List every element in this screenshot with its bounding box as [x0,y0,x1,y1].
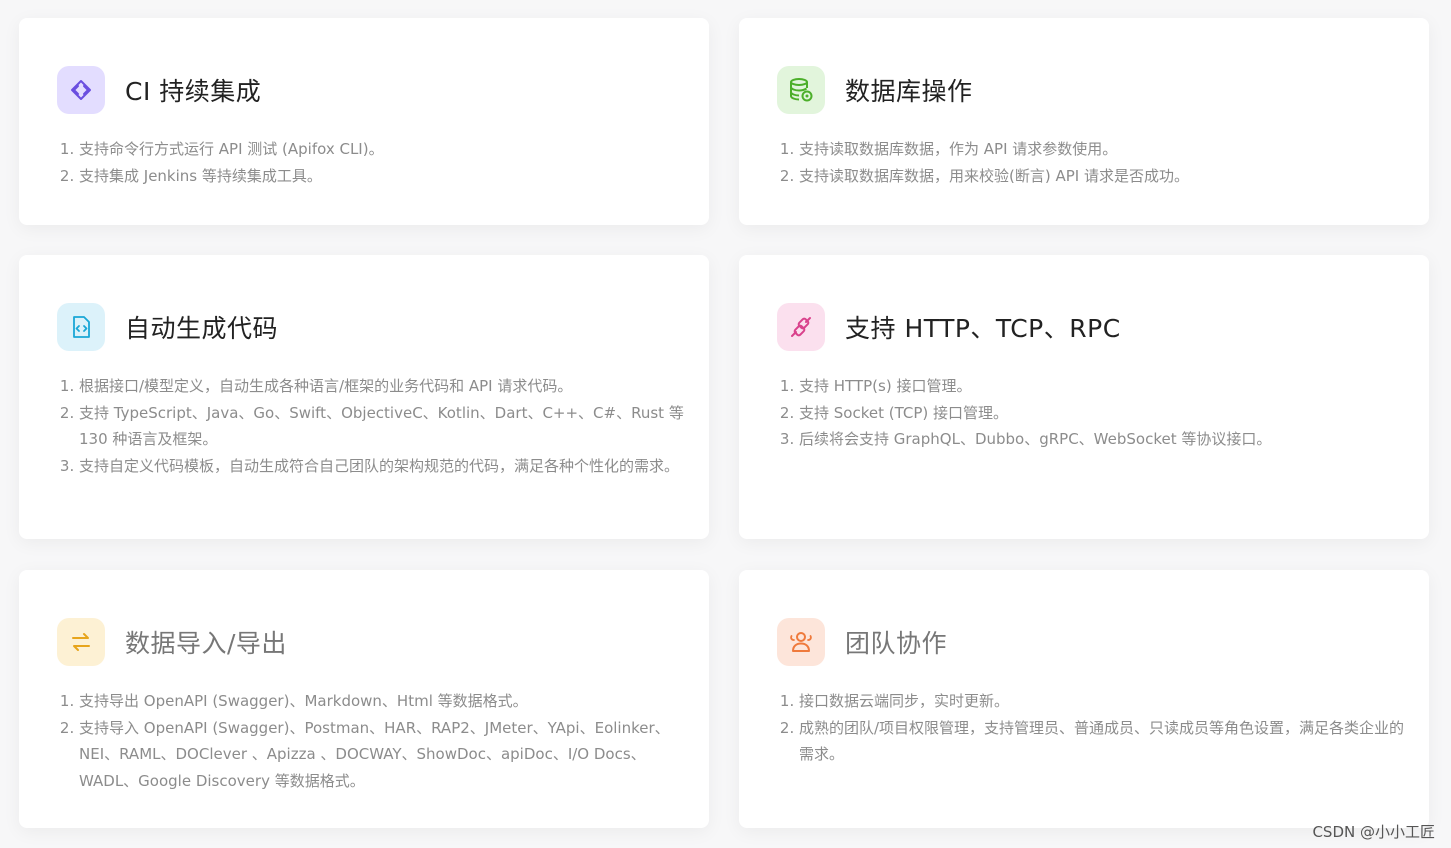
feature-card-team: 团队协作 接口数据云端同步，实时更新。 成熟的团队/项目权限管理，支持管理员、普… [739,570,1429,828]
database-icon [790,78,813,102]
card-title: 支持 HTTP、TCP、RPC [845,314,1121,343]
card-header: 团队协作 [777,618,947,666]
plug-link-icon [791,317,811,337]
feature-list: 根据接口/模型定义，自动生成各种语言/框架的业务代码和 API 请求代码。 支持… [61,373,689,479]
card-header: 自动生成代码 [57,303,278,351]
feature-list: 支持 HTTP(s) 接口管理。 支持 Socket (TCP) 接口管理。 后… [781,373,1409,453]
code-file-icon [73,316,90,338]
list-item: 成熟的团队/项目权限管理，支持管理员、普通成员、只读成员等角色设置，满足各类企业… [799,715,1409,768]
feature-card-database: 数据库操作 支持读取数据库数据，作为 API 请求参数使用。 支持读取数据库数据… [739,18,1429,225]
list-item: 支持集成 Jenkins 等持续集成工具。 [79,163,689,190]
card-title: 团队协作 [845,629,948,658]
icon-container [777,66,825,114]
card-header: 支持 HTTP、TCP、RPC [777,303,1121,351]
list-item: 后续将会支持 GraphQL、Dubbo、gRPC、WebSocket 等协议接… [799,426,1409,453]
card-title: 自动生成代码 [125,314,279,343]
card-header: 数据库操作 [777,66,973,114]
team-users-icon [790,632,812,652]
watermark: CSDN @小小工匠 [1312,823,1435,841]
list-item: 支持 Socket (TCP) 接口管理。 [799,400,1409,427]
list-item: 支持导入 OpenAPI (Swagger)、Postman、HAR、RAP2、… [79,715,689,795]
list-item: 支持 TypeScript、Java、Go、Swift、ObjectiveC、K… [79,400,689,453]
card-title: 数据导入/导出 [125,629,287,658]
list-item: 支持 HTTP(s) 接口管理。 [799,373,1409,400]
swap-arrows-icon [72,633,90,651]
icon-container [57,66,105,114]
feature-card-import-export: 数据导入/导出 支持导出 OpenAPI (Swagger)、Markdown、… [19,570,709,828]
code-brackets-icon [71,80,91,100]
list-item: 支持命令行方式运行 API 测试 (Apifox CLI)。 [79,136,689,163]
list-item: 支持读取数据库数据，用来校验(断言) API 请求是否成功。 [799,163,1409,190]
feature-list: 接口数据云端同步，实时更新。 成熟的团队/项目权限管理，支持管理员、普通成员、只… [781,688,1409,768]
icon-container [57,303,105,351]
card-header: CI 持续集成 [57,66,261,114]
list-item: 接口数据云端同步，实时更新。 [799,688,1409,715]
icon-container [777,618,825,666]
list-item: 支持导出 OpenAPI (Swagger)、Markdown、Html 等数据… [79,688,689,715]
feature-card-codegen: 自动生成代码 根据接口/模型定义，自动生成各种语言/框架的业务代码和 API 请… [19,255,709,539]
feature-card-ci: CI 持续集成 支持命令行方式运行 API 测试 (Apifox CLI)。 支… [19,18,709,225]
feature-list: 支持导出 OpenAPI (Swagger)、Markdown、Html 等数据… [61,688,689,794]
feature-card-protocols: 支持 HTTP、TCP、RPC 支持 HTTP(s) 接口管理。 支持 Sock… [739,255,1429,539]
icon-container [57,618,105,666]
list-item: 支持读取数据库数据，作为 API 请求参数使用。 [799,136,1409,163]
list-item: 根据接口/模型定义，自动生成各种语言/框架的业务代码和 API 请求代码。 [79,373,689,400]
feature-list: 支持读取数据库数据，作为 API 请求参数使用。 支持读取数据库数据，用来校验(… [781,136,1409,189]
card-title: 数据库操作 [845,77,973,106]
card-header: 数据导入/导出 [57,618,287,666]
feature-list: 支持命令行方式运行 API 测试 (Apifox CLI)。 支持集成 Jenk… [61,136,689,189]
list-item: 支持自定义代码模板，自动生成符合自己团队的架构规范的代码，满足各种个性化的需求。 [79,453,689,480]
icon-container [777,303,825,351]
card-title: CI 持续集成 [125,77,262,106]
